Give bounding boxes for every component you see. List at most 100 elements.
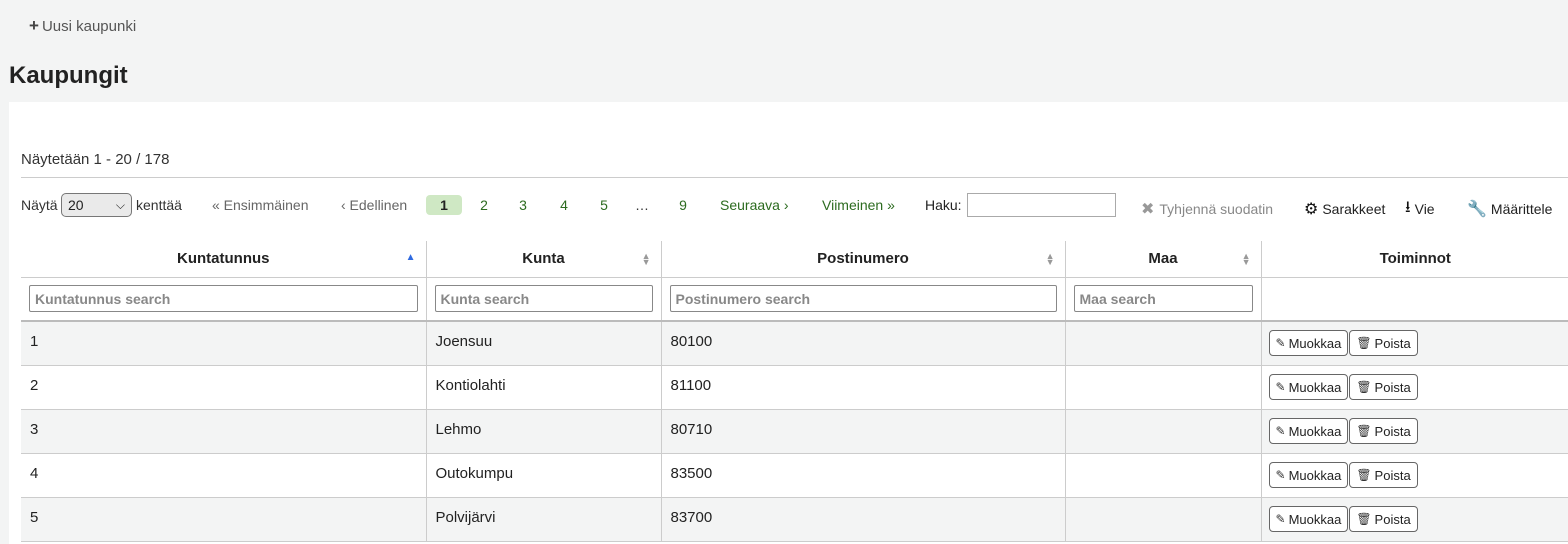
trash-icon: 🗑	[1356, 468, 1372, 482]
export-button[interactable]: ⭳ Vie	[1405, 196, 1435, 222]
pencil-icon: ✎	[1275, 424, 1286, 438]
page-title: Kaupungit	[9, 62, 128, 89]
trash-icon: 🗑	[1356, 424, 1372, 438]
gear-icon: ⚙	[1304, 201, 1319, 218]
columns-button[interactable]: ⚙ Sarakkeet	[1304, 196, 1385, 222]
postinumero-search-input[interactable]: Postinumero search	[669, 285, 1057, 313]
length-suffix: kenttää	[136, 197, 182, 213]
cell-kuntatunnus: 2	[21, 365, 427, 410]
cell-maa	[1065, 453, 1262, 498]
column-header-kuntatunnus[interactable]: Kuntatunnus ▲	[21, 241, 427, 278]
wrench-icon: 🔧	[1467, 201, 1487, 218]
pagination-page-4[interactable]: 4	[546, 192, 582, 218]
length-label: Näytä	[21, 197, 58, 213]
edit-button[interactable]: ✎ Muokkaa	[1268, 506, 1349, 532]
search-input[interactable]	[967, 193, 1116, 217]
pagination-page-1[interactable]: 1	[426, 195, 462, 215]
trash-icon: 🗑	[1356, 512, 1372, 526]
cell-postinumero: 80100	[661, 321, 1066, 366]
column-header-label: Kunta	[522, 250, 565, 268]
delete-label: Poista	[1374, 379, 1411, 395]
download-icon: ⭳	[1405, 198, 1411, 216]
edit-button[interactable]: ✎ Muokkaa	[1268, 330, 1349, 357]
maa-search-input[interactable]: Maa search	[1073, 285, 1253, 313]
pencil-icon: ✎	[1275, 512, 1286, 526]
configure-button[interactable]: 🔧 Määrittele	[1467, 196, 1552, 222]
new-city-label: Uusi kaupunki	[41, 17, 137, 35]
sort-icon: ▲ ▼	[1241, 251, 1251, 267]
table-row: 3 Lehmo 80710 ✎ Muokkaa 🗑 Poista	[21, 409, 1568, 454]
pagination-ellipsis: …	[635, 197, 649, 213]
table-row: 4 Outokumpu 83500 ✎ Muokkaa 🗑 Poista	[21, 453, 1568, 498]
pagination-next[interactable]: Seuraava ›	[720, 192, 788, 218]
filter-empty-cell	[1261, 277, 1568, 322]
pagination-page-9[interactable]: 9	[665, 192, 701, 218]
cell-kuntatunnus: 3	[21, 409, 427, 454]
sort-icon: ▲ ▼	[641, 251, 651, 267]
pagination-previous[interactable]: ‹ Edellinen	[341, 192, 407, 218]
column-header-maa[interactable]: Maa ▲ ▼	[1065, 241, 1262, 278]
edit-button[interactable]: ✎ Muokkaa	[1268, 418, 1349, 444]
cell-kuntatunnus: 5	[21, 497, 427, 542]
plus-icon: +	[29, 16, 39, 35]
delete-label: Poista	[1374, 335, 1411, 351]
cell-actions: ✎ Muokkaa 🗑 Poista	[1261, 365, 1568, 410]
edit-label: Muokkaa	[1288, 511, 1342, 527]
pagination-page-3[interactable]: 3	[505, 192, 541, 218]
cell-actions: ✎ Muokkaa 🗑 Poista	[1261, 409, 1568, 454]
column-header-postinumero[interactable]: Postinumero ▲ ▼	[661, 241, 1066, 278]
cell-postinumero: 81100	[661, 365, 1066, 410]
clear-filter-button[interactable]: ✖ Tyhjennä suodatin	[1141, 196, 1273, 222]
pencil-icon: ✎	[1275, 468, 1286, 482]
table-info: Näytetään 1 - 20 / 178	[21, 151, 170, 168]
delete-label: Poista	[1374, 511, 1411, 527]
column-header-label: Toiminnot	[1379, 250, 1451, 268]
column-header-kunta[interactable]: Kunta ▲ ▼	[426, 241, 662, 278]
edit-label: Muokkaa	[1288, 379, 1342, 395]
kuntatunnus-search-input[interactable]: Kuntatunnus search	[29, 285, 418, 313]
cell-maa	[1065, 497, 1262, 542]
edit-button[interactable]: ✎ Muokkaa	[1268, 462, 1349, 488]
pencil-icon: ✎	[1275, 380, 1286, 394]
configure-label: Määrittele	[1490, 201, 1553, 217]
table-row: 1 Joensuu 80100 ✎ Muokkaa 🗑 Poista	[21, 321, 1568, 366]
table-row: 2 Kontiolahti 81100 ✎ Muokkaa 🗑 Poista	[21, 365, 1568, 410]
close-icon: ✖	[1141, 201, 1155, 218]
cell-kuntatunnus: 1	[21, 321, 427, 366]
delete-button[interactable]: 🗑 Poista	[1349, 330, 1418, 357]
delete-button[interactable]: 🗑 Poista	[1349, 374, 1418, 400]
cell-kuntatunnus: 4	[21, 453, 427, 498]
new-city-button[interactable]: + Uusi kaupunki	[29, 16, 136, 36]
cell-actions: ✎ Muokkaa 🗑 Poista	[1261, 453, 1568, 498]
pagination-first[interactable]: « Ensimmäinen	[212, 192, 309, 218]
kunta-search-input[interactable]: Kunta search	[434, 285, 653, 313]
cell-maa	[1065, 321, 1262, 366]
cell-actions: ✎ Muokkaa 🗑 Poista	[1261, 497, 1568, 542]
page-length-value: 20	[68, 197, 84, 213]
edit-label: Muokkaa	[1288, 335, 1342, 351]
column-header-label: Maa	[1148, 250, 1178, 268]
edit-button[interactable]: ✎ Muokkaa	[1268, 374, 1349, 400]
delete-label: Poista	[1374, 467, 1411, 483]
cell-maa	[1065, 409, 1262, 454]
trash-icon: 🗑	[1356, 380, 1372, 394]
delete-label: Poista	[1374, 423, 1411, 439]
delete-button[interactable]: 🗑 Poista	[1349, 462, 1418, 488]
sort-ascending-icon: ▲	[405, 252, 416, 263]
cell-postinumero: 80710	[661, 409, 1066, 454]
columns-label: Sarakkeet	[1322, 201, 1386, 217]
pagination-last[interactable]: Viimeinen »	[822, 192, 895, 218]
table-panel: Näytetään 1 - 20 / 178 Näytä 20 ⌵ kenttä…	[9, 102, 1568, 544]
delete-button[interactable]: 🗑 Poista	[1349, 418, 1418, 444]
pagination-page-5[interactable]: 5	[586, 192, 622, 218]
table-row: 5 Polvijärvi 83700 ✎ Muokkaa 🗑 Poista	[21, 497, 1568, 542]
clear-filter-label: Tyhjennä suodatin	[1159, 201, 1274, 217]
edit-label: Muokkaa	[1288, 467, 1342, 483]
page-length-select[interactable]: 20 ⌵	[61, 193, 132, 217]
cities-table: Kuntatunnus ▲ Kunta ▲ ▼ Postinumero ▲ ▼ Maa ▲ ▼…	[21, 241, 1568, 542]
pagination-page-2[interactable]: 2	[466, 192, 502, 218]
export-label: Vie	[1414, 201, 1435, 217]
pencil-icon: ✎	[1275, 336, 1286, 351]
delete-button[interactable]: 🗑 Poista	[1349, 506, 1418, 532]
cell-maa	[1065, 365, 1262, 410]
